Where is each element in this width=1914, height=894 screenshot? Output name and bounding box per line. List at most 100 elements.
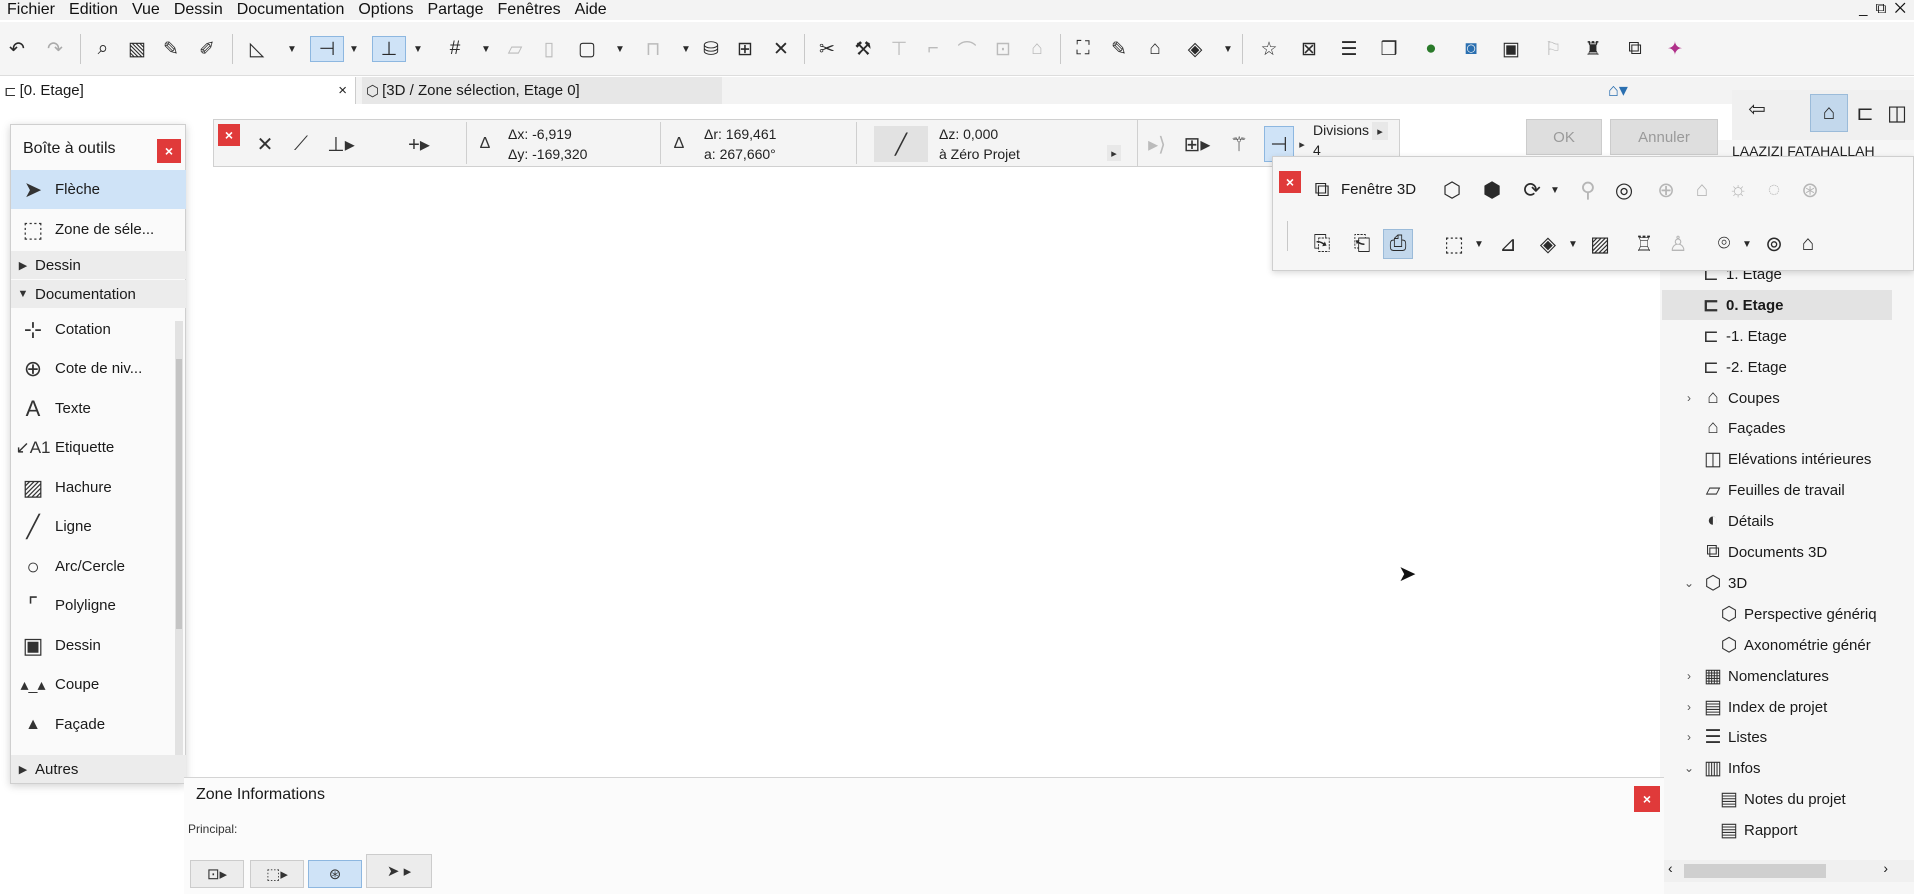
tab-floor-plan[interactable]: ⊏ [0. Etage] × [0,77,356,104]
layers-stack-icon[interactable]: ☰ [1336,36,1362,62]
explore-icon[interactable]: ◎ [1609,175,1639,205]
arrow-pointer-icon[interactable]: ➤ ▸ [366,854,432,888]
chevron-down-icon[interactable]: ▼ [1473,229,1485,259]
chevron-down-icon[interactable]: ⌄ [1680,761,1698,775]
syringe-icon[interactable]: ✐ [194,36,220,62]
tool-fleche[interactable]: ➤ Flèche [11,170,186,209]
tool-hachure[interactable]: ▨ Hachure [11,468,186,507]
origin-icon[interactable]: ⊥▸ [326,126,356,162]
marquee-method-icon[interactable]: ⬚▸ [250,860,304,888]
section-dessin[interactable]: ▶ Dessin [11,251,186,279]
teamwork-icon[interactable]: ⚐ [1540,36,1566,62]
filter-icon[interactable]: ◈ [1533,229,1563,259]
snap-icon[interactable]: ▸⟩ [1142,126,1172,162]
redo-icon[interactable]: ↷ [42,36,68,62]
nav-item-listes[interactable]: › ☰ Listes [1680,722,1767,752]
orbit-icon[interactable]: ⟳ [1517,175,1547,205]
tool-zone-selection[interactable]: ⬚ Zone de séle... [11,210,186,249]
scissors-icon[interactable]: ✂ [814,36,840,62]
close-icon[interactable]: × [1634,786,1660,812]
close-icon[interactable]: × [1279,171,1301,193]
nav-item-documents-3d[interactable]: ⧉ Documents 3D [1698,537,1827,567]
perspective-icon[interactable]: ⬡ [1437,175,1467,205]
add-point-icon[interactable]: +▸ [404,126,434,162]
chevron-down-icon[interactable]: ▼ [1222,36,1234,62]
chevron-down-icon[interactable]: ⌄ [1680,576,1698,590]
magic-wand-icon[interactable]: ⚚ [1224,126,1254,162]
chevron-left-icon[interactable]: ‹ [1668,860,1673,876]
section-autres[interactable]: ▶ Autres [11,755,186,783]
tool-ligne[interactable]: ╱ Ligne [11,507,186,546]
nav-item-3d[interactable]: ⌄ ⬡ 3D [1680,568,1747,598]
nav-item-notes-du-projet[interactable]: ▤ Notes du projet [1714,784,1846,814]
home-view-icon[interactable]: ⌂ [1687,175,1717,205]
marquee-3d-icon[interactable]: ⬚ [1439,229,1469,259]
publisher-icon[interactable]: ▣ [1498,36,1524,62]
floor-plan-view-icon[interactable]: ⎘ [1307,229,1337,259]
chevron-down-icon[interactable]: ▼ [614,36,626,62]
cutaway-icon[interactable]: ⊿ [1493,229,1523,259]
tool-polyligne[interactable]: ⌜ Polyligne [11,586,186,625]
close-icon[interactable]: × [338,82,347,99]
chevron-down-icon[interactable]: ▼ [412,36,424,62]
project-map-icon[interactable]: ⌂ [1810,94,1848,132]
pick-up-params-icon[interactable]: ▧ [124,36,150,62]
menu-dessin[interactable]: Dessin [167,0,230,20]
nav-item-axonometrie[interactable]: ⬡ Axonométrie génér [1714,630,1871,660]
tool-texte[interactable]: A Texte [11,389,186,428]
3d-view-icon[interactable]: ⎙ [1383,229,1413,259]
set-square-icon[interactable]: ◺ [244,36,270,62]
tool-facade[interactable]: ▲ Façade [11,705,186,744]
toolbox-scrollbar[interactable] [175,321,183,756]
lock-icon[interactable]: ⊓ [640,36,666,62]
chevron-down-icon[interactable]: ▼ [480,36,492,62]
bounding-box-icon[interactable]: ⊞▸ [1182,126,1212,162]
intersect-icon[interactable]: ⊤ [886,36,912,62]
find-select-icon[interactable]: ⌕ [90,36,116,62]
nav-item-etage-m1[interactable]: ⊏ -1. Etage [1696,321,1787,351]
divisions-dropdown-icon[interactable]: ▸ [1372,122,1388,140]
guide-lines-icon[interactable]: ⊣ [310,36,344,62]
chevron-right-icon[interactable]: › [1680,700,1698,714]
grid-snap-icon[interactable]: # [442,36,468,62]
ok-button[interactable]: OK [1526,119,1602,155]
cut-plane-icon[interactable]: ✕ [768,36,794,62]
gravity-icon[interactable]: ▱ [502,36,528,62]
edit-element-icon[interactable]: ✎ [1106,36,1132,62]
menu-vue[interactable]: Vue [125,0,167,20]
chevron-down-icon[interactable]: ▼ [286,36,298,62]
tool-cotation[interactable]: ⊹ Cotation [11,310,186,349]
scrollbar-thumb[interactable] [176,359,182,629]
layout-book-icon[interactable]: ◫ [1882,98,1912,128]
snap-guides-icon[interactable]: ⊥ [372,36,406,62]
chevron-down-icon[interactable]: ▼ [680,36,692,62]
layer-combo-icon[interactable]: ⧉ [1622,36,1648,62]
undo-icon[interactable]: ↶ [4,36,30,62]
house-shape-icon[interactable]: ⌂ [1142,36,1168,62]
layer-icon[interactable]: ▢ [574,36,600,62]
tool-coupe[interactable]: ▴_▴ Coupe [11,665,186,704]
selection-method-icon[interactable]: ⊡▸ [190,860,244,888]
camera-icon[interactable]: ⌾ [1709,229,1739,259]
mep-icon[interactable]: ♜ [1580,36,1606,62]
favorites-icon[interactable]: ☆ [1256,36,1282,62]
menu-options[interactable]: Options [351,0,420,20]
section-documentation[interactable]: ▼ Documentation [11,280,186,308]
nav-item-facades[interactable]: ⌂ Façades [1698,413,1785,443]
nav-item-rapport[interactable]: ▤ Rapport [1714,815,1797,845]
quick-options-icon[interactable]: ⌂▾ [1598,77,1638,103]
menu-fichier[interactable]: Fichier [0,0,62,20]
nav-item-coupes[interactable]: › ⌂ Coupes [1680,383,1780,413]
cancel-button[interactable]: Annuler [1610,119,1718,155]
hide-icon[interactable]: ◌ [1759,175,1789,205]
relative-coords-icon[interactable]: ✕ [250,126,280,162]
lamp-icon[interactable]: ♖ [1629,229,1659,259]
walk-icon[interactable]: ⚲ [1573,175,1603,205]
menu-edition[interactable]: Edition [62,0,125,20]
light-icon[interactable]: ♙ [1663,229,1693,259]
close-icon[interactable]: × [157,139,181,163]
nav-item-etage-0[interactable]: ⊏ 0. Etage [1662,290,1892,320]
section-view-icon[interactable]: ⎗ [1347,229,1377,259]
menu-documentation[interactable]: Documentation [230,0,352,20]
nav-item-index-de-projet[interactable]: › ▤ Index de projet [1680,692,1827,722]
